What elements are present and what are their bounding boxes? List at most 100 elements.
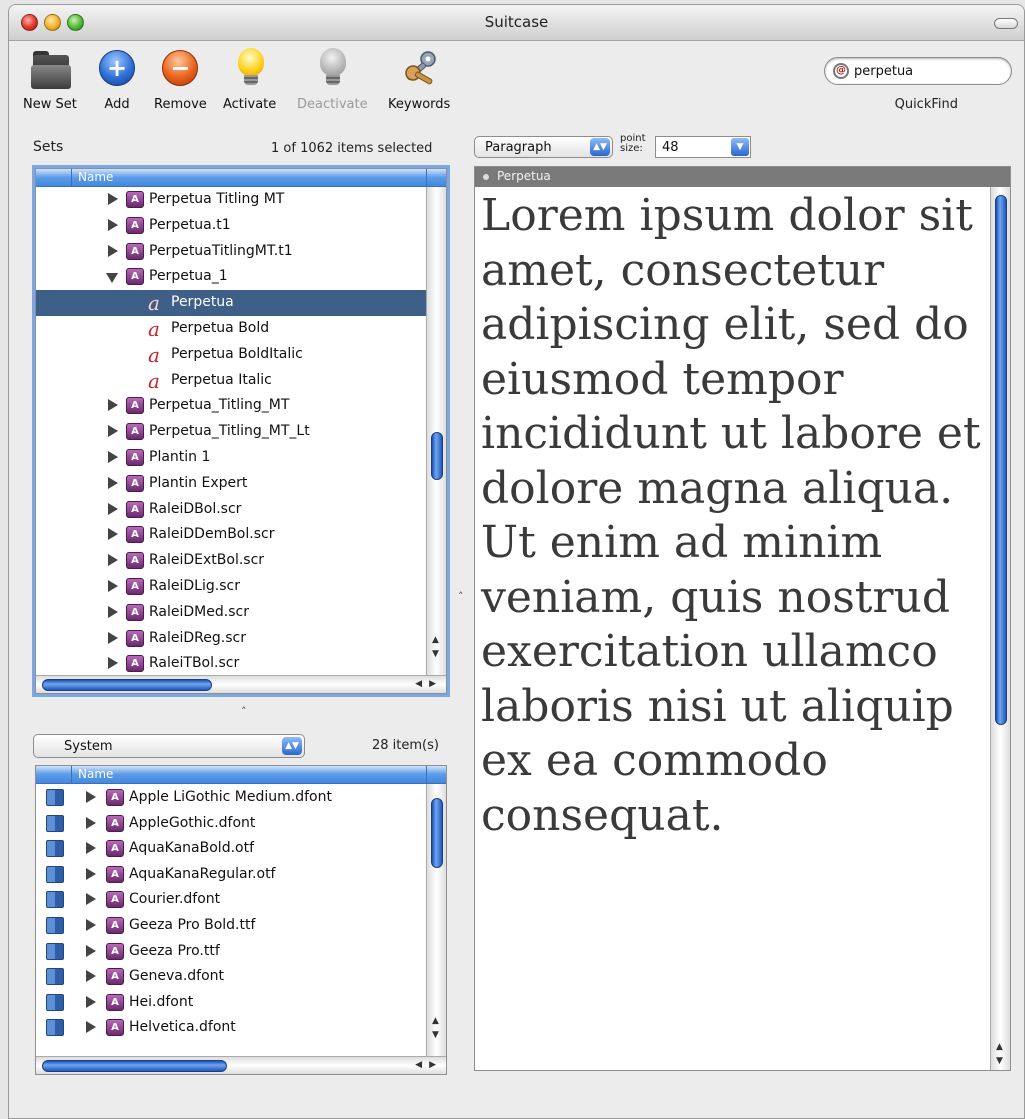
disclosure-closed-icon[interactable]: [86, 842, 96, 855]
suitcase-icon: A: [126, 191, 144, 208]
remove-button[interactable]: − Remove: [154, 47, 207, 112]
set-row[interactable]: A Perpetua.t1: [36, 213, 426, 239]
system-font-row[interactable]: A Courier.dfont: [36, 887, 426, 913]
disclosure-closed-icon[interactable]: [108, 657, 118, 670]
disclosure-closed-icon[interactable]: [86, 970, 96, 983]
new-set-button[interactable]: New Set: [23, 47, 77, 112]
sets-list[interactable]: Name A Perpetua Titling MT A Perpetua.t1 A Pe…: [35, 168, 447, 694]
disclosure-closed-icon[interactable]: [86, 791, 96, 803]
name-column-header[interactable]: Name: [78, 767, 113, 781]
preview-vertical-scroll-thumb[interactable]: [995, 195, 1007, 725]
disclosure-closed-icon[interactable]: [108, 193, 118, 205]
system-font-row[interactable]: A Geeza Pro.ttf: [36, 939, 426, 965]
system-font-row[interactable]: A AquaKanaBold.otf: [36, 836, 426, 862]
disclosure-closed-icon[interactable]: [108, 605, 118, 618]
title-bar[interactable]: Suitcase: [9, 5, 1024, 41]
sets-vertical-scroll-thumb[interactable]: [431, 432, 443, 480]
system-font-row[interactable]: A AppleGothic.dfont: [36, 811, 426, 837]
system-horizontal-scroll-thumb[interactable]: [42, 1060, 227, 1072]
set-row[interactable]: A Perpetua_1: [36, 264, 426, 290]
sets-horizontal-scrollbar[interactable]: ◀ ▶: [36, 675, 446, 693]
scroll-down-arrow[interactable]: ▼: [996, 1056, 1003, 1066]
font-row[interactable]: a Perpetua: [36, 290, 426, 317]
disclosure-closed-icon[interactable]: [86, 919, 96, 931]
point-size-combo[interactable]: 48 ▼: [655, 136, 751, 158]
disclosure-closed-icon[interactable]: [86, 944, 96, 957]
set-row[interactable]: A Perpetua_Titling_MT_Lt: [36, 419, 426, 445]
disclosure-closed-icon[interactable]: [108, 218, 118, 231]
sets-horizontal-scroll-thumb[interactable]: [42, 679, 212, 691]
system-font-row[interactable]: A Geneva.dfont: [36, 964, 426, 990]
disclosure-closed-icon[interactable]: [108, 425, 118, 438]
name-column-header[interactable]: Name: [78, 170, 113, 184]
disclosure-closed-icon[interactable]: [108, 580, 118, 592]
pane-splitter-handle[interactable]: ˄: [241, 705, 247, 718]
add-button[interactable]: + Add: [97, 47, 137, 112]
scroll-up-arrow[interactable]: ▲: [432, 1016, 439, 1026]
system-vertical-scroll-thumb[interactable]: [431, 798, 443, 868]
system-font-row[interactable]: A Hei.dfont: [36, 990, 426, 1016]
set-row[interactable]: A RaleiDExtBol.scr: [36, 548, 426, 574]
set-name: RaleiDMed.scr: [149, 603, 249, 620]
scroll-left-arrow[interactable]: ◀: [415, 679, 422, 689]
preview-mode-popup[interactable]: Paragraph ▲▼: [474, 136, 613, 158]
sets-label: Sets: [33, 139, 64, 155]
disclosure-closed-icon[interactable]: [86, 867, 96, 880]
set-row[interactable]: A RaleiDBol.scr: [36, 497, 426, 523]
set-row[interactable]: A Perpetua_Titling_MT: [36, 393, 426, 419]
disclosure-closed-icon[interactable]: [86, 816, 96, 829]
set-row[interactable]: A PerpetuaTitlingMT.t1: [36, 239, 426, 265]
sets-vertical-scrollbar[interactable]: ▲ ▼: [426, 187, 446, 675]
disclosure-closed-icon[interactable]: [108, 476, 118, 489]
scroll-right-arrow[interactable]: ▶: [429, 679, 436, 689]
scroll-down-arrow[interactable]: ▼: [432, 649, 439, 659]
system-font-row[interactable]: A AquaKanaRegular.otf: [36, 862, 426, 888]
toolbar-toggle-button[interactable]: [994, 18, 1018, 29]
disclosure-closed-icon[interactable]: [108, 399, 118, 412]
quickfind-search-field[interactable]: @ perpetua: [824, 57, 1012, 85]
system-font-row[interactable]: A Apple LiGothic Medium.dfont: [36, 785, 426, 811]
system-vertical-scrollbar[interactable]: ▲ ▼: [426, 784, 446, 1056]
disclosure-closed-icon[interactable]: [108, 554, 118, 567]
font-file-icon: a: [148, 368, 160, 393]
disclosure-closed-icon[interactable]: [108, 631, 118, 644]
set-row[interactable]: A Perpetua Titling MT: [36, 187, 426, 213]
set-source-popup[interactable]: System ▲▼: [33, 734, 305, 758]
set-row[interactable]: A RaleiTBol.scr: [36, 651, 426, 677]
disclosure-open-icon[interactable]: [106, 273, 118, 284]
disclosure-closed-icon[interactable]: [108, 502, 118, 515]
scroll-up-arrow[interactable]: ▲: [996, 1042, 1003, 1052]
activate-button[interactable]: Activate: [223, 47, 276, 112]
deactivate-button[interactable]: Deactivate: [297, 47, 368, 112]
system-font-row[interactable]: A Geeza Pro Bold.ttf: [36, 913, 426, 939]
disclosure-closed-icon[interactable]: [108, 244, 118, 257]
font-row[interactable]: a Perpetua BoldItalic: [36, 342, 426, 368]
font-row[interactable]: a Perpetua Bold: [36, 316, 426, 342]
system-font-list[interactable]: Name A Apple LiGothic Medium.dfont A AppleG…: [35, 765, 447, 1075]
set-row[interactable]: A RaleiDMed.scr: [36, 600, 426, 626]
system-horizontal-scrollbar[interactable]: ◀ ▶: [36, 1056, 446, 1074]
system-font-row[interactable]: A Helvetica.dfont: [36, 1015, 426, 1041]
set-row[interactable]: A RaleiDReg.scr: [36, 626, 426, 652]
set-row[interactable]: A Plantin Expert: [36, 471, 426, 497]
disclosure-closed-icon[interactable]: [108, 451, 118, 463]
scroll-right-arrow[interactable]: ▶: [429, 1060, 436, 1070]
keywords-button[interactable]: Keywords: [388, 47, 450, 112]
disclosure-closed-icon[interactable]: [86, 1021, 96, 1034]
suitcase-icon: A: [126, 397, 144, 415]
preview-vertical-scrollbar[interactable]: ▲ ▼: [990, 187, 1010, 1070]
scroll-up-arrow[interactable]: ▲: [432, 635, 439, 645]
set-row[interactable]: A RaleiDLig.scr: [36, 574, 426, 600]
font-row[interactable]: a Perpetua Italic: [36, 368, 426, 394]
scroll-left-arrow[interactable]: ◀: [415, 1060, 422, 1070]
chevron-down-icon[interactable]: ▼: [731, 138, 749, 156]
scroll-down-arrow[interactable]: ▼: [432, 1030, 439, 1040]
disclosure-closed-icon[interactable]: [108, 528, 118, 541]
disclosure-closed-icon[interactable]: [86, 893, 96, 906]
suitcase-icon: A: [106, 942, 124, 960]
horizontal-splitter-handle[interactable]: ˄: [458, 590, 464, 603]
suitcase-icon: A: [126, 500, 144, 518]
set-row[interactable]: A RaleiDDemBol.scr: [36, 522, 426, 548]
set-row[interactable]: A Plantin 1: [36, 445, 426, 471]
disclosure-closed-icon[interactable]: [86, 995, 96, 1008]
